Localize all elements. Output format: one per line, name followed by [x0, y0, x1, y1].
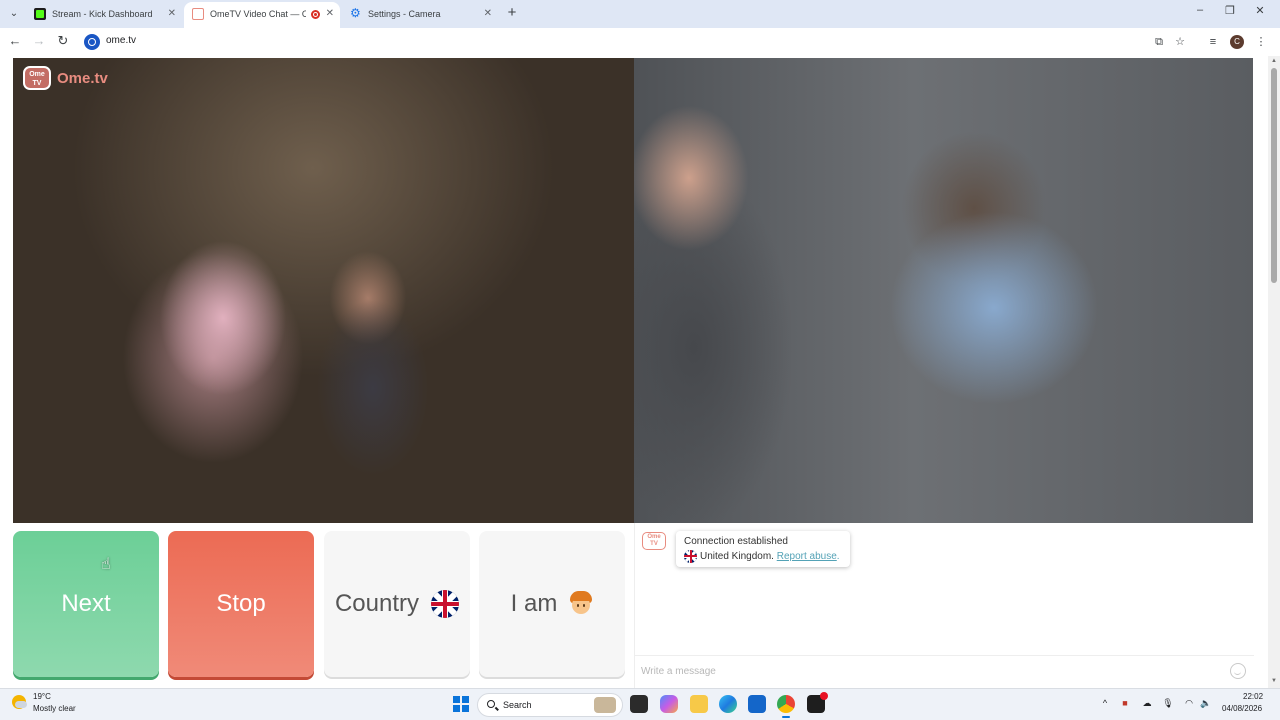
taskbar-search[interactable]: Search	[477, 693, 623, 717]
gender-button[interactable]: I am	[479, 531, 625, 677]
app-tray-icon[interactable]: ■	[1118, 698, 1132, 708]
stop-button-label: Stop	[216, 590, 266, 617]
copilot-icon[interactable]	[660, 695, 678, 713]
reload-icon[interactable]: ↻	[55, 33, 71, 49]
store-icon[interactable]	[748, 695, 766, 713]
edge-icon[interactable]	[719, 695, 737, 713]
stranger-video: Ome TV Ome.tv	[13, 58, 634, 523]
new-tab-button[interactable]: +	[504, 4, 520, 22]
ometv-icon	[192, 8, 204, 20]
bookmark-star-icon[interactable]: ☆	[1172, 34, 1188, 50]
search-icon	[487, 700, 495, 708]
browser-toolbar: ← → ↻ ome.tv ⧉ ☆ ≡ C ⋮	[0, 28, 1280, 56]
profile-avatar[interactable]: C	[1230, 35, 1244, 49]
windows-start-icon[interactable]	[453, 696, 469, 712]
close-tab-icon[interactable]: ✕	[168, 2, 176, 26]
partner-country: United Kingdom.	[700, 551, 774, 562]
chat-input-bar	[635, 655, 1254, 688]
ometv-page: Ome TV Ome.tv Next Stop Country I am Ome…	[0, 56, 1268, 688]
hand-cursor-icon: ☝	[101, 556, 111, 573]
more-menu-icon[interactable]: ⋮	[1253, 34, 1269, 50]
tab-title: Settings - Camera	[368, 9, 441, 19]
close-tab-icon[interactable]: ✕	[484, 2, 492, 26]
media-controls-icon[interactable]: ≡	[1205, 34, 1221, 50]
wifi-icon[interactable]: ◠	[1182, 698, 1196, 709]
forward-arrow-icon[interactable]: →	[31, 33, 47, 49]
clock-time[interactable]: 22:02	[1243, 692, 1263, 701]
volume-speaker-icon[interactable]: 🔈	[1199, 698, 1213, 709]
connection-status: Connection established	[684, 536, 788, 547]
recording-indicator-icon	[311, 10, 320, 19]
weather-moon-cloud-icon[interactable]	[12, 695, 27, 709]
site-info-icon[interactable]	[84, 34, 100, 50]
ometv-logo-text: Ome.tv	[57, 70, 108, 87]
gender-button-label: I am	[510, 590, 558, 617]
tab-settings-camera[interactable]: ⚙ Settings - Camera ✕	[342, 2, 498, 28]
uk-flag-icon	[684, 549, 697, 563]
tab-title: Stream - Kick Dashboard	[52, 9, 153, 19]
stop-button[interactable]: Stop	[168, 531, 314, 677]
next-button-label: Next	[61, 590, 111, 617]
tab-title: OmeTV Video Chat — Ome	[210, 9, 306, 19]
emoji-smile-icon[interactable]	[1230, 663, 1246, 679]
clock-date[interactable]: 04/08/2026	[1222, 704, 1262, 713]
browser-tab-bar: ⌄ Stream - Kick Dashboard ✕ OmeTV Video …	[0, 0, 1280, 28]
folder-icon[interactable]	[690, 695, 708, 713]
tab-search-chevron-icon[interactable]: ⌄	[6, 6, 22, 22]
scroll-down-arrow-icon[interactable]: ▼	[1270, 678, 1278, 684]
chat-panel: Ome TV Connection established United Kin…	[634, 523, 1254, 688]
microphone-icon[interactable]: 🎙	[1161, 698, 1175, 709]
install-app-icon[interactable]: ⧉	[1151, 34, 1167, 50]
scrollbar-thumb[interactable]	[1271, 68, 1277, 283]
self-camera-video	[634, 58, 1253, 523]
country-button-label: Country	[334, 590, 420, 617]
capcut-icon[interactable]	[807, 692, 828, 713]
report-abuse-link[interactable]: Report abuse	[777, 551, 837, 562]
maximize-icon[interactable]: ❐	[1222, 4, 1238, 17]
country-button[interactable]: Country	[324, 531, 470, 677]
weather-temperature[interactable]: 19°C	[33, 692, 51, 701]
partner-country-line: United Kingdom. Report abuse.	[684, 549, 842, 564]
windows-taskbar: 19°C Mostly clear Search ^ ■ ☁ 🎙 ◠ 🔈 22:…	[0, 688, 1280, 720]
system-message: Connection established United Kingdom. R…	[676, 531, 850, 567]
file-explorer-icon[interactable]	[630, 695, 648, 713]
back-arrow-icon[interactable]: ←	[7, 33, 23, 49]
address-bar[interactable]: ome.tv	[106, 35, 136, 46]
weather-condition[interactable]: Mostly clear	[33, 704, 76, 713]
close-tab-icon[interactable]: ✕	[326, 2, 334, 26]
boy-emoji-icon	[569, 591, 593, 617]
kick-icon	[34, 8, 46, 20]
minimize-icon[interactable]: –	[1192, 4, 1208, 16]
page-scrollbar[interactable]: ▲ ▼	[1268, 56, 1280, 688]
tab-kick-dashboard[interactable]: Stream - Kick Dashboard ✕	[26, 2, 182, 28]
chrome-icon[interactable]	[777, 695, 795, 718]
next-button[interactable]: Next	[13, 531, 159, 677]
show-hidden-icons-chevron-icon[interactable]: ^	[1098, 698, 1112, 708]
search-highlight-icon	[594, 697, 616, 713]
search-label: Search	[503, 700, 532, 710]
onedrive-cloud-icon[interactable]: ☁	[1140, 698, 1154, 709]
ometv-chat-logo-icon: Ome TV	[642, 532, 666, 550]
message-input[interactable]	[641, 662, 1221, 680]
settings-gear-icon: ⚙	[350, 6, 361, 20]
close-window-icon[interactable]: ✕	[1252, 4, 1268, 17]
tab-ometv[interactable]: OmeTV Video Chat — Ome ✕	[184, 2, 340, 28]
scroll-up-arrow-icon[interactable]: ▲	[1270, 58, 1278, 64]
uk-flag-icon	[431, 590, 460, 618]
ometv-logo-badge: Ome TV	[23, 66, 51, 90]
report-suffix: .	[836, 551, 840, 562]
